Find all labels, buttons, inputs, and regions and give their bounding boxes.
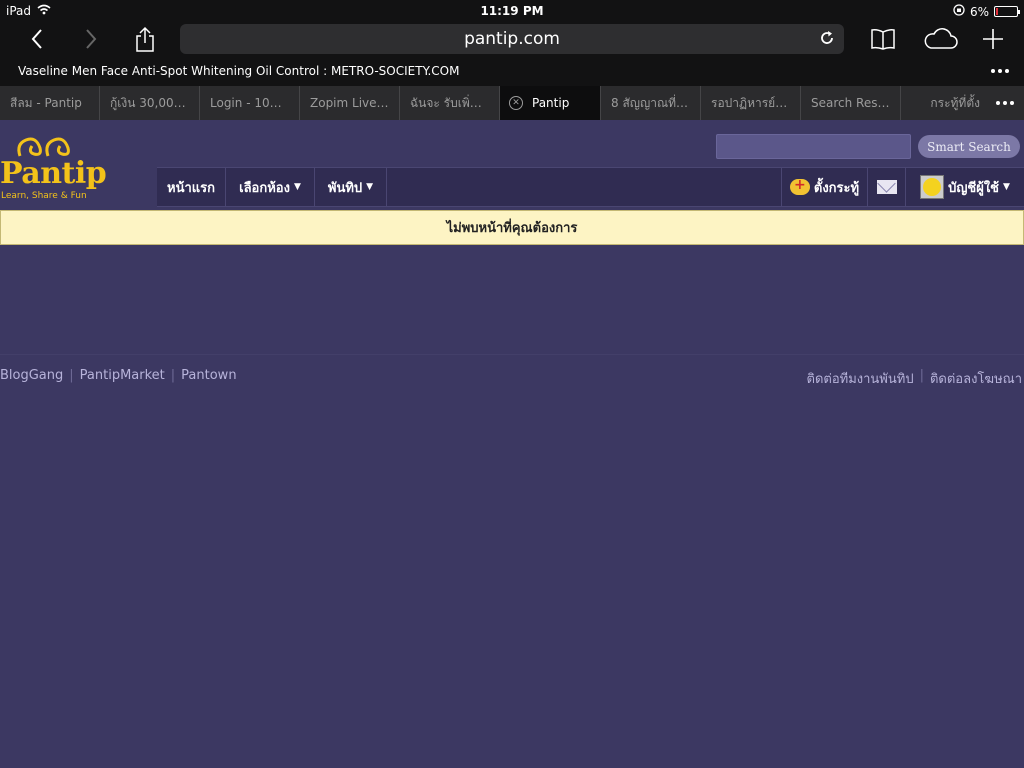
browser-toolbar: pantip.com [0,22,1024,56]
tab-zopim[interactable]: Zopim Live… [300,86,400,120]
footer-link-pantipmarket[interactable]: PantipMarket [80,368,165,383]
tab-search-results[interactable]: Search Res… [801,86,901,120]
status-bar: iPad 11:19 PM 6% [0,0,1024,22]
pantip-page: Pantip Learn, Share & Fun Smart Search ห… [0,120,1024,768]
nav-home-label: หน้าแรก [167,180,215,196]
tab-label: Login - 100… [210,96,290,110]
footer-links-left: BlogGang | PantipMarket | Pantown [0,368,237,383]
pantip-logo[interactable]: Pantip Learn, Share & Fun [0,134,110,201]
footer-links-right: ติดต่อทีมงานพันทิป | ติดต่อลงโฆษณา [807,368,1023,389]
footer-link-contact-team[interactable]: ติดต่อทีมงานพันทิป [807,368,914,389]
account-label: บัญชีผู้ใช้ [948,180,1000,196]
tab-silom[interactable]: สีลม - Pantip [0,86,100,120]
new-topic-icon [789,177,810,195]
tab-label: สีลม - Pantip [10,96,82,110]
url-text: pantip.com [464,29,560,49]
nav-pantip[interactable]: พันทิป ▼ [315,168,387,206]
more-tabs-icon [996,101,1014,105]
footer-link-advertise[interactable]: ติดต่อลงโฆษณา [930,368,1022,389]
tab-label: Zopim Live… [310,96,389,110]
forward-icon[interactable] [76,22,106,56]
share-icon[interactable] [130,22,160,56]
page-title-bar: Vaseline Men Face Anti-Spot Whitening Oi… [0,56,1024,86]
account-menu[interactable]: บัญชีผู้ใช้ ▼ [905,168,1024,206]
footer-separator: | [170,368,176,383]
battery-percent: 6% [969,4,989,19]
tab-strip: สีลม - Pantip กู้เงิน 30,000… Login - 10… [0,86,1024,120]
battery-level [996,8,998,15]
tab-miracle[interactable]: รอปาฏิหารย์… [701,86,801,120]
tab-label: กู้เงิน 30,000… [110,96,194,110]
page-title: Vaseline Men Face Anti-Spot Whitening Oi… [18,64,460,78]
avatar [920,175,945,199]
icloud-tabs-icon[interactable] [920,22,962,56]
more-options-icon[interactable] [991,69,1009,73]
tab-my-topics[interactable]: กระทู้ที่ตั้ง [901,86,986,120]
tab-label: Pantip [532,96,570,110]
address-bar[interactable]: pantip.com [180,24,844,54]
nav-select-room[interactable]: เลือกห้อง ▼ [226,168,315,206]
bookmarks-icon[interactable] [866,22,900,56]
mail-icon [876,180,897,194]
back-icon[interactable] [22,22,52,56]
search-input[interactable] [716,134,911,159]
smart-search-button[interactable]: Smart Search [918,135,1020,158]
footer-separator: | [919,368,924,383]
tab-thai-1[interactable]: ฉันจะ รับเพิ่มไ… [400,86,500,120]
chevron-down-icon: ▼ [293,182,301,192]
status-right: 6% [953,4,1020,19]
orientation-lock-icon [953,4,965,19]
footer-link-pantown[interactable]: Pantown [181,368,236,383]
footer-link-bloggang[interactable]: BlogGang [0,368,63,383]
new-topic-button[interactable]: ตั้งกระทู้ [781,168,867,206]
close-tab-icon[interactable]: ✕ [509,96,523,110]
alert-message: ไม่พบหน้าที่คุณต้องการ [446,221,578,236]
footer-divider [0,354,1024,355]
tab-label: Search Res… [811,96,890,110]
tab-label: ฉันจะ รับเพิ่มไ… [410,96,496,110]
tab-label: รอปาฏิหารย์… [711,96,788,110]
battery-icon [994,6,1020,17]
nav-pantip-label: พันทิป [327,180,363,196]
reload-icon[interactable] [818,29,836,52]
new-topic-label: ตั้งกระทู้ [813,180,860,196]
chevron-down-icon: ▼ [1003,182,1010,192]
tab-label: กระทู้ที่ตั้ง [930,96,980,110]
tab-label: 8 สัญญาณที่… [611,96,689,110]
main-nav: หน้าแรก เลือกห้อง ▼ พันทิป ▼ ตั้งกระทู้ … [157,167,1024,207]
tab-pantip-active[interactable]: ✕ Pantip [500,86,601,120]
not-found-alert: ไม่พบหน้าที่คุณต้องการ [0,210,1024,245]
logo-tagline: Learn, Share & Fun [1,191,87,201]
messages-button[interactable] [867,168,905,206]
tab-login[interactable]: Login - 100… [200,86,300,120]
nav-rooms-label: เลือกห้อง [239,180,290,196]
tab-8-signs[interactable]: 8 สัญญาณที่… [601,86,701,120]
footer-separator: | [69,368,74,383]
tab-loan[interactable]: กู้เงิน 30,000… [100,86,200,120]
new-tab-icon[interactable] [978,22,1008,56]
logo-text: Pantip [0,156,107,191]
clock: 11:19 PM [480,4,544,18]
chevron-down-icon: ▼ [366,182,374,192]
tab-overflow-button[interactable] [986,86,1024,120]
nav-home[interactable]: หน้าแรก [157,168,226,206]
